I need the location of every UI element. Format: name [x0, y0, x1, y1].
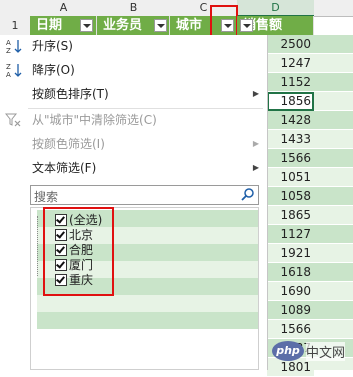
- sales-cell[interactable]: 1433: [267, 130, 314, 149]
- menu-label-sort-ascending: 升序(S): [32, 39, 73, 53]
- sales-cell-active[interactable]: 1856: [267, 92, 314, 111]
- sales-cell[interactable]: 1566: [267, 320, 314, 339]
- menu-label-sort-descending: 降序(O): [32, 63, 75, 77]
- tree-connector: [37, 216, 39, 276]
- sales-cell[interactable]: 1247: [267, 54, 314, 73]
- sales-cell[interactable]: 1058: [267, 187, 314, 206]
- menu-item-text-filter[interactable]: 文本筛选(F) ▶: [0, 157, 267, 179]
- column-header-e[interactable]: [314, 0, 353, 17]
- submenu-arrow-icon: ▶: [252, 139, 259, 148]
- filter-button-salesperson[interactable]: [154, 19, 167, 32]
- filter-button-sales[interactable]: [240, 19, 253, 32]
- menu-label-filter-by-color: 按颜色筛选(I): [32, 137, 105, 151]
- sales-cell[interactable]: 1566: [267, 149, 314, 168]
- sales-cell[interactable]: 1152: [267, 73, 314, 92]
- filter-search-input[interactable]: 搜索: [30, 185, 259, 205]
- submenu-arrow-icon: ▶: [252, 163, 259, 172]
- sales-cell[interactable]: 1051: [267, 168, 314, 187]
- clear-filter-icon: [4, 112, 23, 128]
- menu-item-sort-descending[interactable]: ZA 降序(O): [0, 59, 267, 81]
- sales-cell[interactable]: 1921: [267, 244, 314, 263]
- sales-column: 2500 1247 1152 1856 1428 1433 1566 1051 …: [267, 35, 314, 377]
- sales-cell[interactable]: 1127: [267, 225, 314, 244]
- menu-item-sort-ascending[interactable]: AZ 升序(S): [0, 35, 267, 57]
- watermark-logo: php: [272, 341, 304, 361]
- svg-text:A: A: [6, 71, 11, 78]
- column-e-cells[interactable]: [314, 35, 353, 377]
- header-label-date: 日期: [36, 18, 63, 33]
- header-label-salesperson: 业务员: [103, 18, 143, 33]
- filter-dropdown-menu: AZ 升序(S) ZA 降序(O) 按颜色排序(T) ▶ 从"城市"中清除筛选(…: [0, 35, 268, 370]
- watermark-text: 中文网: [306, 342, 346, 361]
- filter-button-date[interactable]: [80, 19, 93, 32]
- header-label-city: 城市: [176, 18, 203, 33]
- sales-cell[interactable]: 1089: [267, 301, 314, 320]
- sales-cell[interactable]: 1865: [267, 206, 314, 225]
- svg-text:A: A: [6, 39, 11, 47]
- search-icon[interactable]: [241, 187, 255, 201]
- menu-item-clear-filter: 从"城市"中清除筛选(C): [0, 109, 267, 131]
- menu-item-sort-by-color[interactable]: 按颜色排序(T) ▶: [0, 83, 267, 105]
- column-header-b[interactable]: B: [97, 0, 171, 17]
- column-header-a[interactable]: A: [30, 0, 98, 17]
- search-placeholder: 搜索: [34, 190, 59, 204]
- menu-label-text-filter: 文本筛选(F): [32, 161, 97, 175]
- svg-text:Z: Z: [6, 63, 11, 71]
- sort-ascending-icon: AZ: [5, 38, 23, 55]
- sales-cell[interactable]: 1618: [267, 263, 314, 282]
- highlight-box-options: [43, 207, 114, 296]
- menu-label-clear-filter: 从"城市"中清除筛选(C): [32, 113, 157, 127]
- menu-item-filter-by-color: 按颜色筛选(I) ▶: [0, 133, 267, 155]
- column-header-d[interactable]: D: [237, 0, 315, 17]
- sort-descending-icon: ZA: [5, 62, 23, 79]
- submenu-arrow-icon: ▶: [252, 89, 259, 98]
- sales-cell[interactable]: 1690: [267, 282, 314, 301]
- row-number-1[interactable]: 1: [0, 16, 31, 35]
- menu-label-sort-by-color: 按颜色排序(T): [32, 87, 109, 101]
- sales-cell[interactable]: 1428: [267, 111, 314, 130]
- watermark: php 中文网: [270, 338, 350, 366]
- select-all-corner[interactable]: [0, 0, 31, 17]
- sales-cell[interactable]: 2500: [267, 35, 314, 54]
- svg-text:Z: Z: [6, 47, 11, 54]
